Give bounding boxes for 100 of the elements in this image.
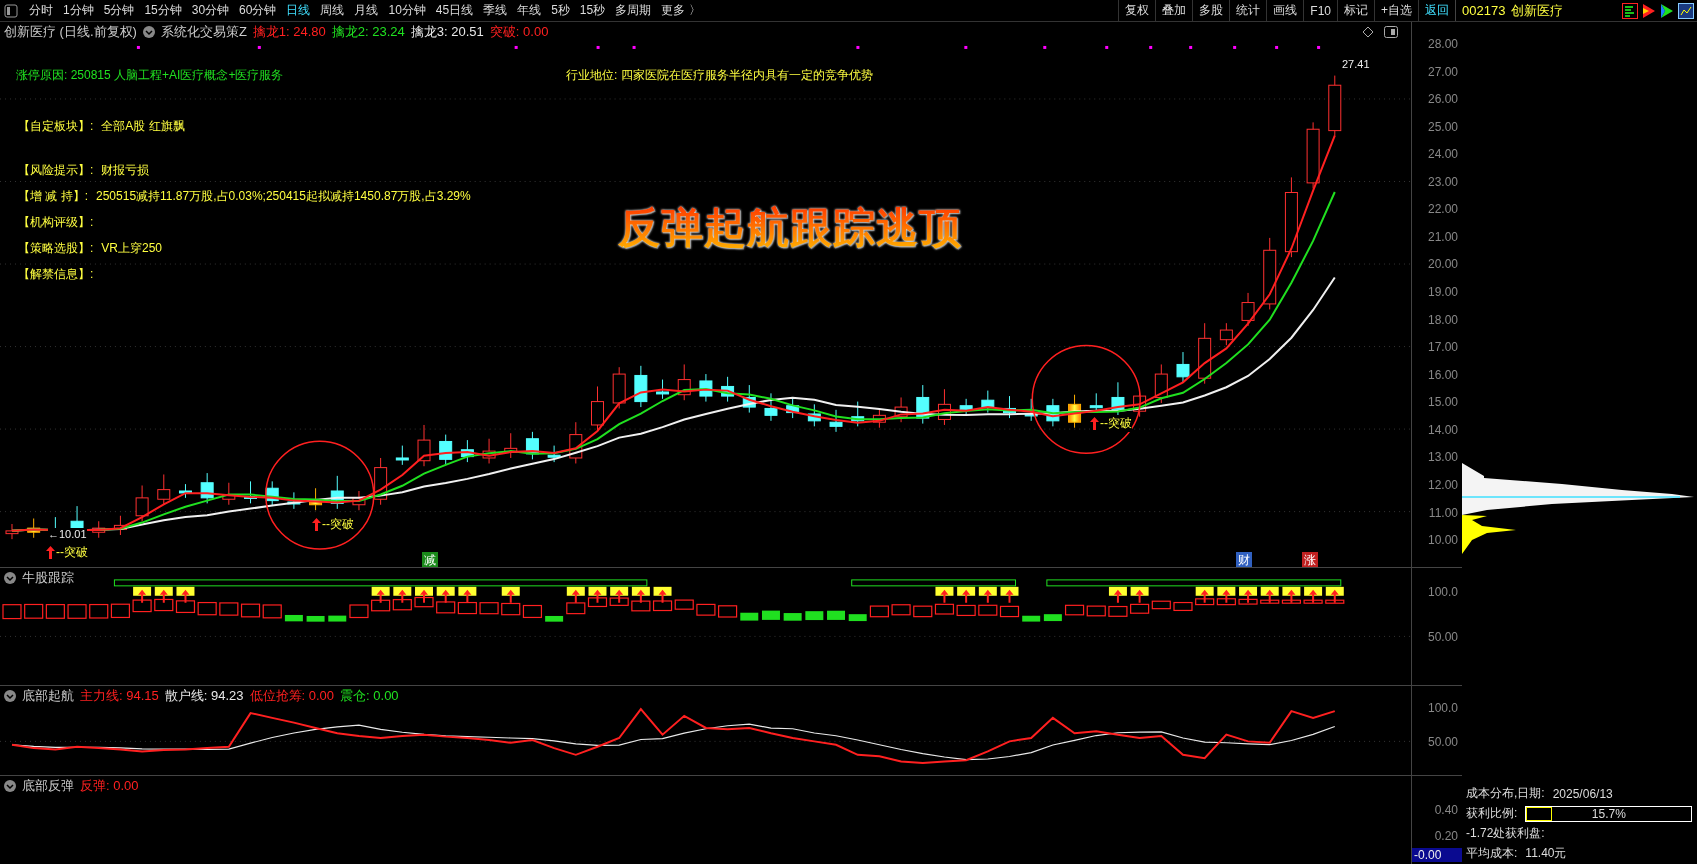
up-arrow-icon (312, 518, 321, 531)
price-tick: 27.00 (1427, 64, 1458, 79)
indicator-value: 散户线: 94.23 (164, 688, 244, 704)
candlestick (786, 398, 800, 419)
candlestick (894, 396, 908, 423)
indicator-value: 低位抢筹: 0.00 (249, 688, 335, 704)
axis-tick: 100.0 (1427, 701, 1458, 715)
axis-tick: 50.00 (1427, 735, 1458, 749)
period-tab[interactable]: 月线 (349, 2, 384, 19)
chart-grid-icon[interactable] (1678, 2, 1694, 19)
price-tick: 14.00 (1427, 422, 1458, 437)
price-tick: 15.00 (1427, 395, 1458, 410)
info-label: 【风险提示】: (18, 162, 94, 179)
indicator-value: 擒龙1: 24.80 (252, 24, 326, 40)
axis-tick: 100.0 (1427, 585, 1458, 599)
collapse-icon[interactable] (4, 572, 16, 584)
cost-date: 2025/06/13 (1552, 786, 1613, 801)
candlestick (872, 407, 886, 429)
period-tab[interactable]: 季线 (478, 2, 513, 19)
event-marker: 财 (1236, 552, 1252, 567)
info-label: 【策略选股】: (18, 240, 94, 257)
chart-title: 创新医疗 (日线.前复权) (4, 24, 137, 40)
candlestick (591, 385, 604, 431)
candlestick (525, 431, 539, 460)
candlestick (265, 480, 279, 507)
flag-icon[interactable] (1642, 2, 1656, 19)
arrow-icon[interactable] (1660, 2, 1674, 19)
period-tab[interactable]: 45日线 (430, 2, 479, 19)
candlestick (504, 432, 518, 459)
period-tab[interactable]: 60分钟 (234, 2, 282, 19)
candlestick (1306, 121, 1320, 189)
candlestick (287, 491, 301, 510)
period-tab[interactable]: 15秒 (574, 2, 611, 19)
price-tick: 21.00 (1427, 229, 1458, 244)
candlestick (330, 475, 344, 510)
panel-toggle-icon[interactable] (1384, 26, 1398, 38)
candlestick (1154, 363, 1168, 404)
price-tick: 24.00 (1427, 147, 1458, 162)
period-tab[interactable]: 周线 (315, 2, 350, 19)
candlestick (135, 485, 149, 522)
panel-title: 底部反弹 (22, 778, 74, 794)
indicator-value: 震仓: 0.00 (340, 688, 399, 704)
candlestick (1111, 381, 1125, 416)
candlestick (764, 392, 778, 422)
panel-toggle-icon[interactable] (4, 3, 18, 18)
industry-position: 行业地位: 四家医院在医疗服务半径内具有一定的竞争优势 (566, 67, 873, 84)
collapse-icon[interactable] (4, 690, 16, 702)
price-tick: 28.00 (1427, 37, 1458, 51)
candlestick (937, 388, 951, 426)
candlestick (916, 384, 930, 425)
collapse-icon[interactable] (4, 780, 16, 792)
candlestick (395, 445, 409, 466)
info-value: 全部A股 红旗飘 (101, 118, 185, 135)
panel-title: 底部起航 (22, 688, 74, 704)
low-price-label: ←10.01 (48, 528, 87, 540)
info-label: 【解禁信息】: (18, 266, 94, 283)
price-tick: 11.00 (1428, 505, 1458, 520)
period-tab[interactable]: 1分钟 (58, 2, 99, 19)
info-value: VR上穿250 (101, 240, 163, 257)
candlestick (851, 401, 865, 427)
cost-date-label: 成本分布,日期: (1466, 785, 1545, 802)
candlestick (179, 483, 192, 499)
average-cost: 11.40元 (1525, 845, 1567, 862)
collapse-icon[interactable] (142, 26, 155, 38)
stock-code: 002173 (1462, 3, 1506, 18)
period-tab[interactable]: 5秒 (546, 2, 575, 19)
candlestick (1024, 398, 1038, 422)
candlestick (634, 365, 648, 408)
period-tab[interactable]: 分时 (24, 2, 58, 19)
candlestick (92, 520, 106, 539)
candlestick (612, 366, 626, 409)
event-marker: 涨 (1302, 552, 1318, 567)
candlestick (1241, 292, 1255, 327)
axis-tick: 0.20 (1434, 829, 1458, 843)
candlestick (981, 390, 995, 414)
breakout-label: --突破 (56, 544, 88, 561)
axis-tick: 0.40 (1434, 803, 1458, 817)
price-tick: 22.00 (1427, 202, 1458, 217)
candlestick (309, 487, 323, 511)
average-cost-label: 平均成本: (1466, 845, 1518, 862)
period-tab[interactable]: 更多 〉 (656, 2, 706, 19)
price-tick: 17.00 (1427, 340, 1458, 355)
period-tab[interactable]: 日线 (281, 2, 316, 19)
period-tab[interactable]: 30分钟 (186, 2, 235, 19)
period-tab[interactable]: 15分钟 (139, 2, 187, 19)
candlestick (222, 482, 236, 506)
candlestick (1046, 398, 1060, 427)
stock-name: 创新医疗 (1511, 1, 1564, 20)
list-icon[interactable] (1622, 2, 1638, 19)
period-tab[interactable]: 年线 (512, 2, 547, 19)
candlestick (699, 373, 713, 403)
candlestick (656, 379, 670, 400)
diamond-icon[interactable] (1362, 26, 1374, 38)
breakout-label: --突破 (1100, 415, 1132, 432)
period-tab[interactable]: 多周期 (610, 2, 657, 19)
candlestick (374, 457, 388, 506)
period-tab[interactable]: 10分钟 (383, 2, 431, 19)
indicator-value: 反弹: 0.00 (80, 778, 139, 794)
period-tab[interactable]: 5分钟 (98, 2, 140, 19)
candlestick (460, 439, 474, 463)
